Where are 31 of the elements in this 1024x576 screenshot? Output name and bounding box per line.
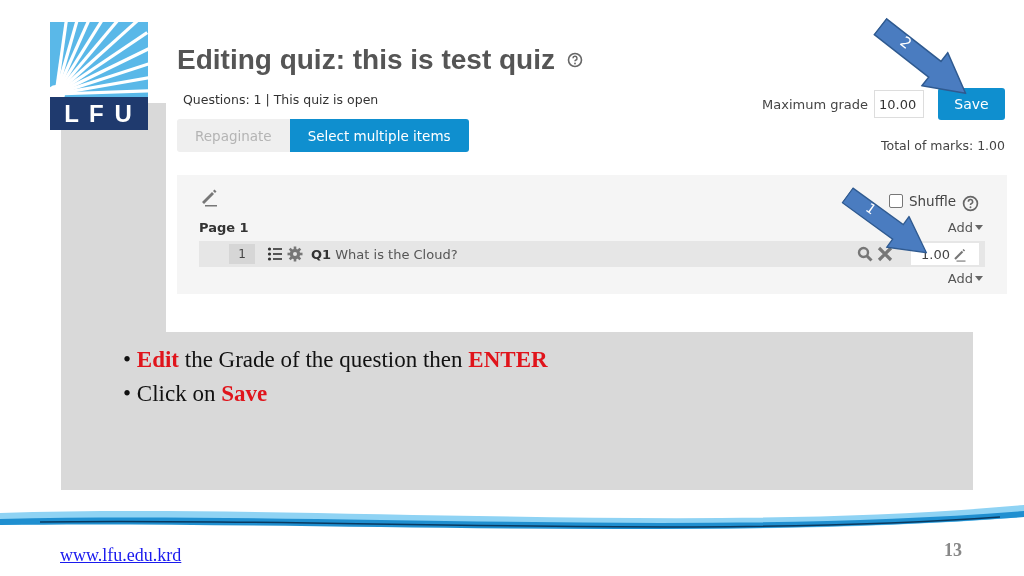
help-icon[interactable] bbox=[567, 52, 583, 68]
bullet-text: • Edit the Grade of the question then ENTER bbox=[123, 347, 549, 373]
toolbar-button[interactable]: Select multiple items bbox=[289, 119, 469, 152]
question-number: 1 bbox=[229, 244, 255, 264]
step-number: 2 bbox=[896, 32, 916, 53]
website-link[interactable]: www.lfu.edu.krd bbox=[60, 545, 182, 566]
max-grade-field[interactable]: 10.00 bbox=[874, 90, 924, 118]
shuffle-label: Shuffle bbox=[908, 192, 956, 209]
shuffle-checkbox[interactable] bbox=[888, 193, 903, 208]
search-icon[interactable] bbox=[857, 246, 874, 262]
step-number: 1 bbox=[862, 199, 880, 219]
help-icon[interactable] bbox=[962, 195, 979, 212]
page-title: Editing quiz: this is test quiz bbox=[177, 44, 555, 76]
page-heading: Page 1 bbox=[199, 220, 249, 235]
quiz-summary: Questions: 1 | This quiz is open bbox=[183, 92, 380, 107]
slide-number: 13 bbox=[944, 540, 962, 561]
list-icon bbox=[267, 246, 283, 262]
close-icon[interactable] bbox=[877, 246, 894, 262]
bullet-text: • Click on Save bbox=[123, 381, 269, 407]
pencil-icon[interactable] bbox=[952, 246, 967, 262]
max-grade-label: Maximum grade bbox=[762, 96, 868, 112]
sunburst-icon bbox=[50, 22, 148, 97]
question-title[interactable]: Q1 What is the Cloud? bbox=[311, 246, 458, 262]
caret-icon bbox=[975, 225, 983, 230]
gear-icon[interactable] bbox=[287, 246, 303, 262]
add-menu-button[interactable]: Add bbox=[947, 271, 983, 286]
logo-text: L F U bbox=[64, 99, 134, 128]
caret-icon bbox=[975, 276, 983, 281]
add-menu-button[interactable]: Add bbox=[947, 220, 983, 235]
save-button[interactable]: Save bbox=[938, 88, 1005, 120]
total-marks: Total of marks: 1.00 bbox=[881, 138, 1005, 153]
